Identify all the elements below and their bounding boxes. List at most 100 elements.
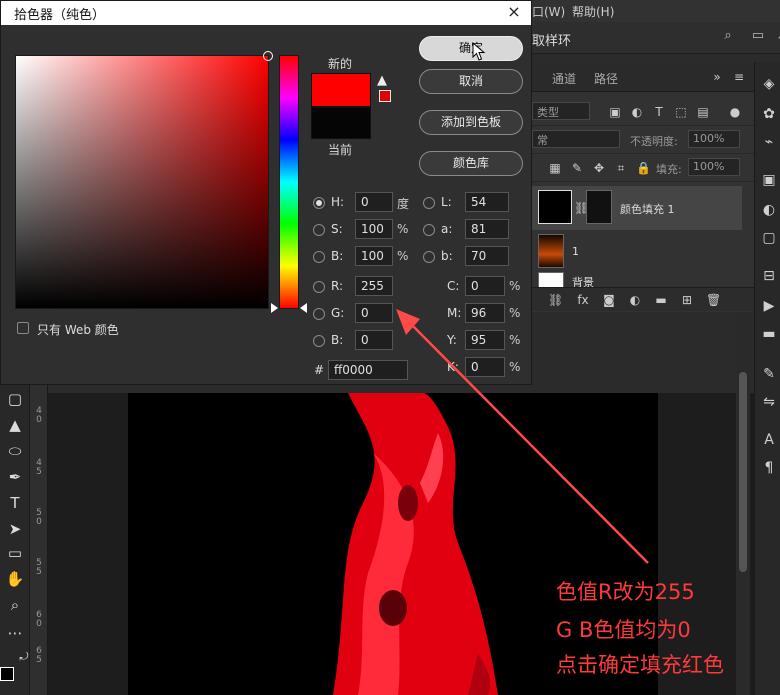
panel-menu-icon[interactable]: ≡ [732, 70, 746, 84]
pen-tool-icon[interactable]: ✒ [5, 467, 25, 487]
layers-icon[interactable]: ◈ [761, 76, 777, 92]
radio-s[interactable] [313, 224, 325, 236]
hue-slider-arrow-right[interactable] [300, 303, 307, 313]
lab-b-input[interactable]: 70 [465, 246, 509, 266]
adjustment-filter-icon[interactable]: ◐ [630, 105, 644, 119]
radio-g[interactable] [313, 308, 325, 320]
radio-h[interactable] [313, 197, 325, 209]
path-selection-icon[interactable]: ➤ [5, 519, 25, 539]
libraries-icon[interactable]: ▢ [761, 230, 777, 246]
annotation-arrow [396, 309, 649, 564]
properties-icon[interactable]: ▣ [761, 172, 777, 188]
saturation-brightness-field[interactable] [15, 51, 273, 309]
search-icon[interactable]: ⌕ [720, 28, 736, 44]
adjustments-icon[interactable]: ◐ [761, 202, 777, 218]
lock-artboard-icon[interactable]: ⌗ [614, 161, 628, 175]
brush-settings-icon[interactable]: ✎ [761, 366, 777, 382]
history-icon[interactable]: ⊟ [761, 268, 777, 284]
layer-name[interactable]: 背景 [572, 274, 594, 287]
workspace-icon[interactable]: ▭ [750, 28, 766, 44]
g-label: G: [331, 306, 345, 320]
new-color-swatch [311, 73, 371, 107]
ruler-tick: 5 0 [36, 508, 42, 527]
tool-presets-icon[interactable]: ⇋ [761, 394, 777, 410]
type-filter-icon[interactable]: T [652, 105, 666, 119]
gamut-warning-swatch[interactable] [379, 90, 391, 102]
h-unit: 度 [397, 197, 410, 211]
sharpen-tool-icon[interactable]: ▲ [5, 415, 25, 435]
foreground-color-swatch[interactable] [0, 667, 14, 681]
blend-mode-select[interactable]: 常 [532, 130, 620, 148]
frame-tool-icon[interactable]: ▢ [5, 389, 25, 409]
radio-r[interactable] [313, 281, 325, 293]
g-input[interactable]: 0 [355, 303, 393, 323]
color-cursor[interactable] [263, 51, 273, 61]
dodge-tool-icon[interactable]: ⬭ [5, 441, 25, 461]
web-colors-checkbox[interactable] [17, 322, 29, 334]
tab-paths[interactable]: 路径 [594, 70, 618, 87]
more-tools-icon[interactable]: ⋯ [5, 623, 25, 643]
collapse-icon[interactable]: » [710, 70, 724, 84]
radio-lab-b[interactable] [423, 251, 435, 263]
type-tool-icon[interactable]: T [5, 493, 25, 513]
close-icon[interactable]: × [505, 2, 523, 22]
annotation-line: G B色值均为0 [556, 618, 691, 642]
ok-button[interactable]: 确定 [419, 36, 523, 61]
channels-icon[interactable]: ✿ [761, 106, 777, 122]
trash-icon[interactable]: 🗑 [706, 293, 721, 307]
radio-b[interactable] [313, 251, 325, 263]
ruler-tick: 4 5 [36, 458, 42, 477]
c-label: C: [447, 279, 460, 293]
layer-kind-select[interactable]: 类型 [532, 102, 590, 120]
lock-all-icon[interactable]: 🔒 [636, 161, 651, 175]
comments-icon[interactable]: ▬ [761, 326, 777, 342]
fill-input[interactable]: 100% [688, 158, 740, 176]
menu-help[interactable]: 帮助(H) [572, 3, 614, 20]
filter-toggle-icon[interactable]: ● [728, 105, 742, 119]
rectangle-tool-icon[interactable]: ▭ [5, 543, 25, 563]
paths-icon[interactable]: ⌁ [761, 134, 777, 150]
cancel-button[interactable]: 取消 [419, 69, 523, 94]
lock-position-icon[interactable]: ✥ [592, 161, 606, 175]
s-input[interactable]: 100 [355, 219, 393, 239]
add-to-swatches-button[interactable]: 添加到色板 [419, 110, 523, 135]
shape-filter-icon[interactable]: ⬚ [674, 105, 688, 119]
opacity-input[interactable]: 100% [688, 130, 740, 148]
r-input[interactable]: 255 [355, 276, 393, 296]
new-layer-icon[interactable]: ⊞ [680, 293, 694, 307]
l-input[interactable]: 54 [465, 192, 509, 212]
radio-l[interactable] [423, 197, 435, 209]
rgb-b-input[interactable]: 0 [355, 330, 393, 350]
layer-name[interactable]: 颜色填充 1 [620, 201, 675, 217]
h-input[interactable]: 0 [355, 192, 393, 212]
hue-slider-arrow-left[interactable] [271, 303, 278, 313]
color-libraries-button[interactable]: 颜色库 [419, 151, 523, 176]
scrollbar-thumb[interactable] [739, 372, 747, 572]
lock-image-icon[interactable]: ✎ [570, 161, 584, 175]
lock-pixels-icon[interactable]: ▦ [548, 161, 562, 175]
smart-filter-icon[interactable]: ▤ [696, 105, 710, 119]
image-filter-icon[interactable]: ▣ [608, 105, 622, 119]
hand-tool-icon[interactable]: ✋ [5, 569, 25, 589]
tab-channels[interactable]: 通道 [552, 70, 576, 87]
a-input[interactable]: 81 [465, 219, 509, 239]
zoom-tool-icon[interactable]: ⌕ [5, 595, 25, 615]
layer-name[interactable]: 1 [572, 245, 579, 258]
paragraph-icon[interactable]: ¶ [761, 460, 777, 476]
gamut-warning-icon[interactable]: ▲ [377, 73, 387, 88]
layer-mask-thumbnail[interactable] [586, 190, 612, 224]
menu-window[interactable]: 口(W) [532, 3, 565, 20]
character-icon[interactable]: A [761, 432, 777, 448]
layer-row[interactable]: 背景 [532, 268, 742, 287]
current-color-swatch[interactable] [311, 107, 371, 139]
sample-ring-label[interactable]: 取样环 [532, 30, 571, 49]
radio-rgb-b[interactable] [313, 335, 325, 347]
layer-thumbnail [538, 234, 564, 268]
hue-slider[interactable] [279, 55, 299, 309]
layer-row[interactable]: ⛓ 颜色填充 1 [532, 186, 742, 230]
b-input[interactable]: 100 [355, 246, 393, 266]
actions-icon[interactable]: ▶ [761, 298, 777, 314]
share-icon[interactable]: ↗ [774, 28, 780, 44]
radio-a[interactable] [423, 224, 435, 236]
c-input[interactable]: 0 [465, 276, 505, 296]
